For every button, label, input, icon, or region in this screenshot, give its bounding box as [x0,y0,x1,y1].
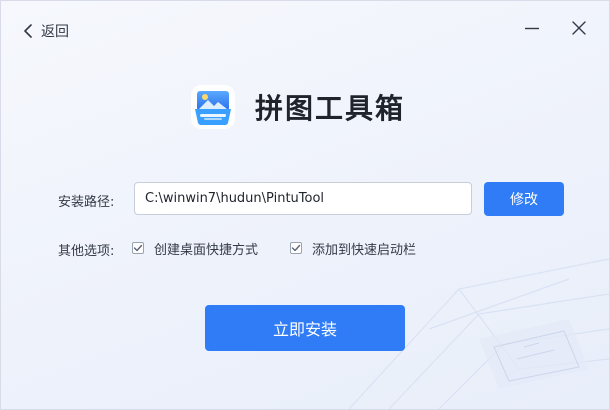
checkmark-icon [291,244,301,252]
installer-window: 返回 拼图工具箱 安装路径: 修改 [0,0,610,410]
app-title: 拼图工具箱 [255,92,406,125]
app-logo-icon [191,85,235,129]
minimize-button[interactable] [523,19,541,37]
install-path-input[interactable] [134,182,472,215]
desktop-shortcut-label: 创建桌面快捷方式 [154,242,259,258]
back-label: 返回 [41,24,69,40]
back-button[interactable]: 返回 [23,21,69,41]
checkmark-icon [133,244,143,252]
install-now-button[interactable]: 立即安装 [205,305,405,351]
modify-path-button[interactable]: 修改 [484,182,564,216]
install-path-label: 安装路径: [58,195,115,210]
quick-launch-option[interactable]: 添加到快速启动栏 [290,239,417,258]
chevron-left-icon [23,24,33,38]
minimize-icon [525,27,539,30]
close-icon [572,21,586,35]
desktop-shortcut-checkbox[interactable] [132,242,144,254]
other-options-label: 其他选项: [58,244,115,259]
brand-header: 拼图工具箱 [191,83,421,131]
desktop-shortcut-option[interactable]: 创建桌面快捷方式 [132,239,259,258]
quick-launch-label: 添加到快速启动栏 [312,242,417,258]
quick-launch-checkbox[interactable] [290,242,302,254]
close-button[interactable] [570,19,588,37]
